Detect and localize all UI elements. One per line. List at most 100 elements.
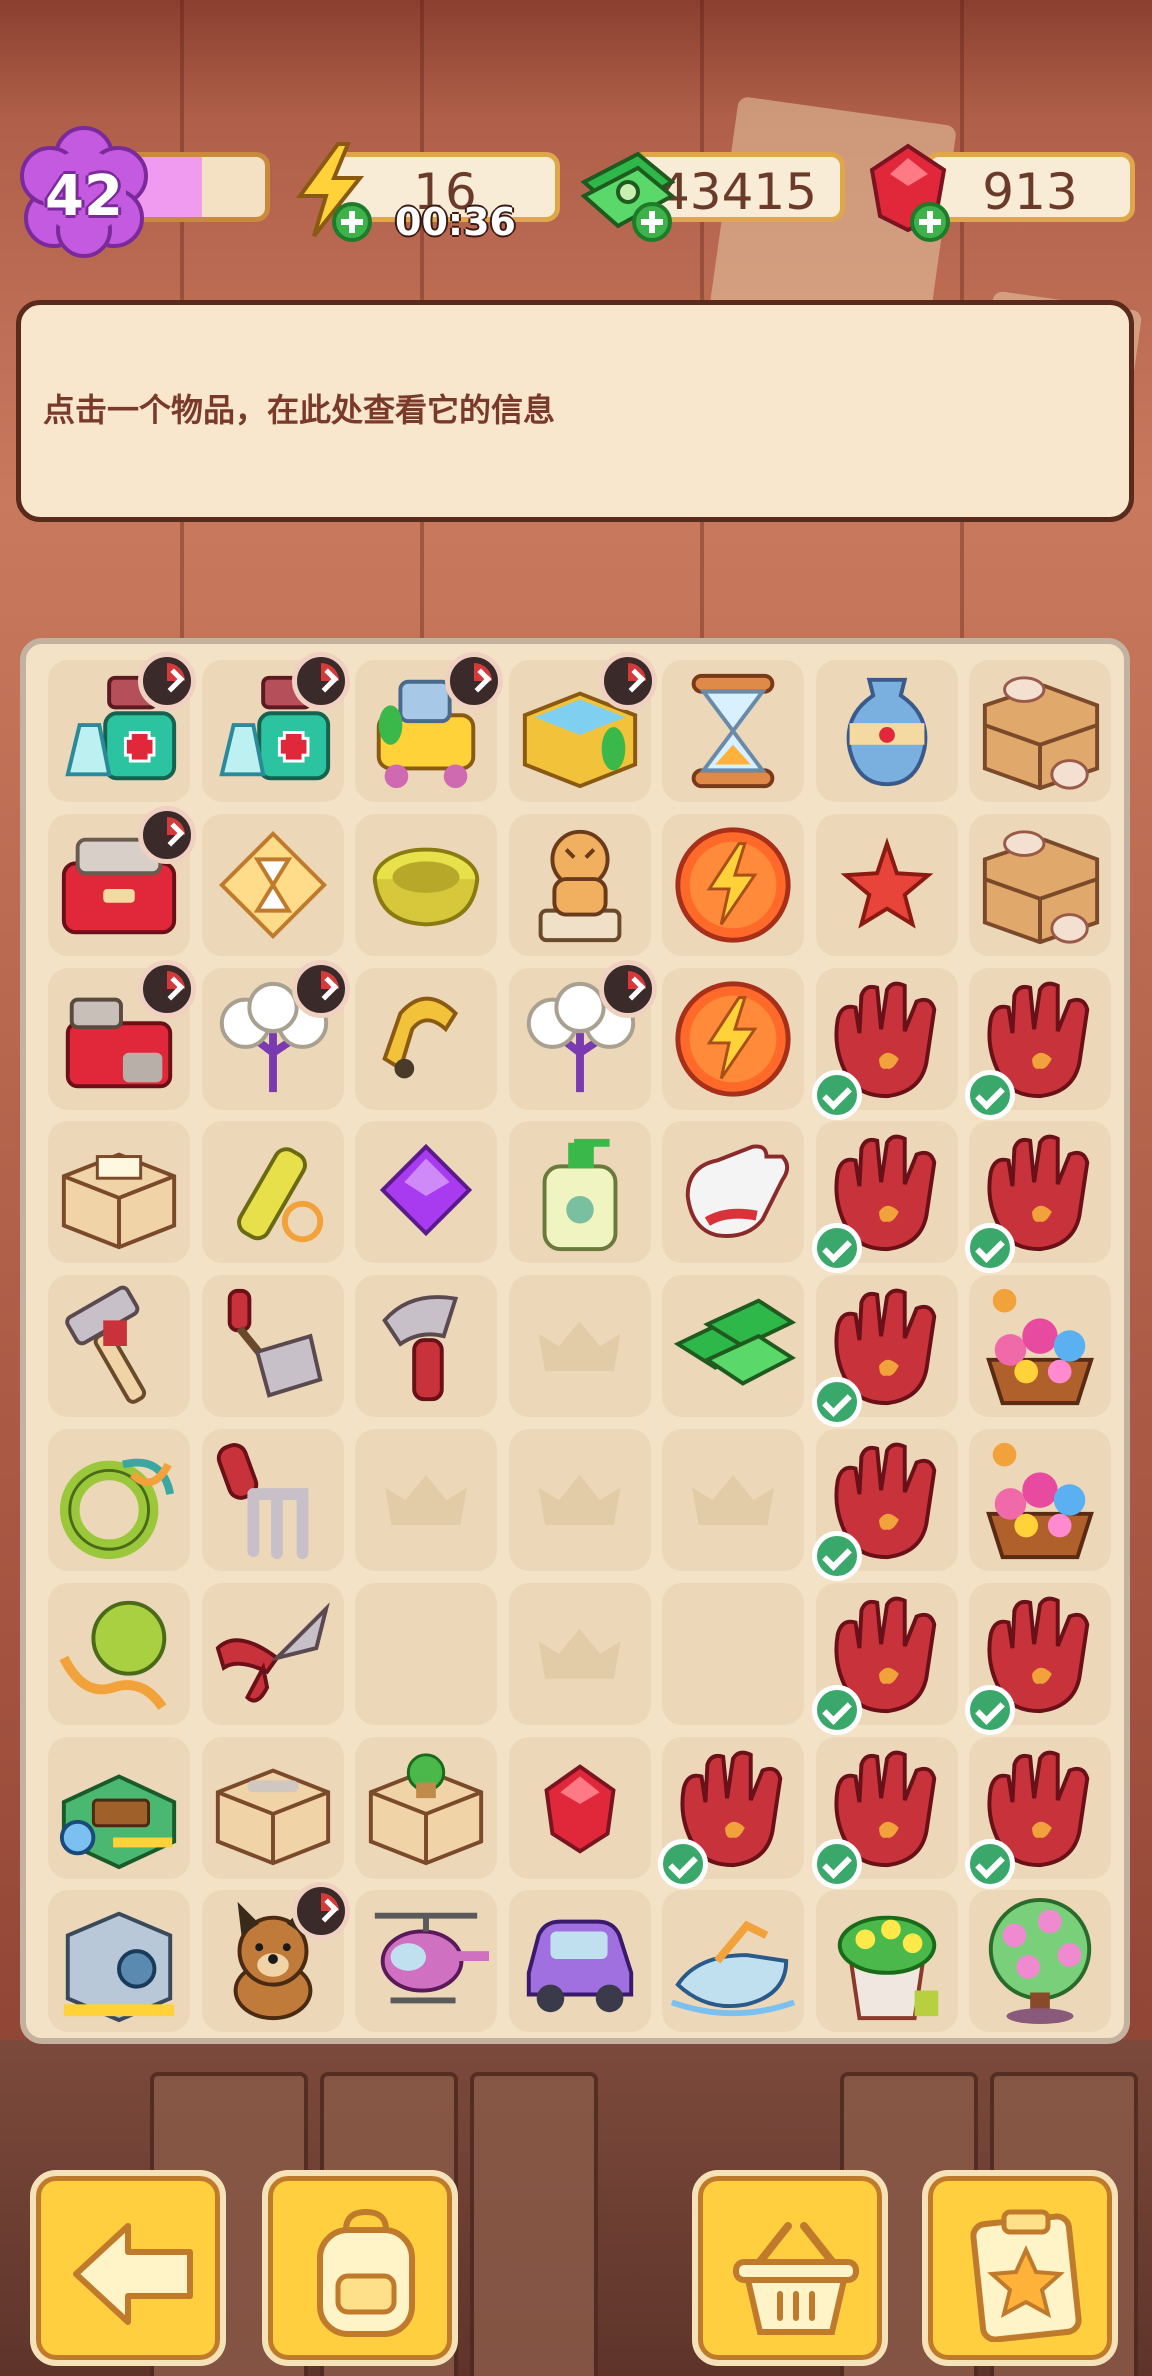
- board-cell[interactable]: [811, 1275, 958, 1428]
- shop-button[interactable]: [692, 2170, 888, 2366]
- backpack-icon: [317, 2208, 415, 2337]
- board-cell[interactable]: [662, 1890, 804, 2033]
- safe-icon: [63, 1911, 175, 2023]
- board-cell[interactable]: [815, 660, 958, 802]
- board-cell[interactable]: [201, 1582, 344, 1725]
- board-cell[interactable]: [508, 1890, 651, 2033]
- board-cell[interactable]: [355, 967, 497, 1110]
- energy-orb-icon: [675, 827, 791, 943]
- level-badge[interactable]: 42: [18, 126, 150, 258]
- checkmark-icon: [811, 1531, 862, 1581]
- board-cell[interactable]: [662, 1582, 804, 1725]
- board-cell[interactable]: [355, 652, 503, 802]
- energy-orb-icon: [675, 980, 791, 1097]
- lotion-bottle-icon: [542, 1139, 617, 1252]
- pruning-shears-icon: [215, 1602, 330, 1703]
- board-cell[interactable]: [811, 1582, 958, 1735]
- board-cell[interactable]: [355, 1429, 497, 1571]
- board-cell[interactable]: [201, 1429, 344, 1571]
- board-cell[interactable]: [355, 1275, 497, 1418]
- board-cell[interactable]: [355, 1121, 497, 1264]
- package-box-icon: [61, 1152, 177, 1250]
- board-cell[interactable]: [48, 1121, 190, 1264]
- cash-stack-icon: [673, 1298, 797, 1386]
- board-cell[interactable]: [508, 959, 657, 1110]
- board-cell[interactable]: [48, 805, 196, 956]
- board-cell[interactable]: [815, 813, 958, 956]
- board-cell[interactable]: [969, 1275, 1111, 1418]
- board-cell[interactable]: [201, 652, 350, 802]
- board-cell[interactable]: [811, 1736, 958, 1889]
- checkmark-icon: [965, 1069, 1015, 1120]
- board-cell[interactable]: [811, 967, 958, 1120]
- board-cell[interactable]: [201, 1275, 344, 1418]
- box-crate-icon: [982, 830, 1100, 945]
- timer-badge-icon: [291, 1882, 350, 1941]
- board-cell[interactable]: [811, 1429, 958, 1581]
- board-cell[interactable]: [201, 1121, 344, 1264]
- board-cell[interactable]: [508, 1429, 651, 1571]
- backpack-button[interactable]: [262, 2170, 458, 2366]
- energy-timer: 00:36: [395, 200, 516, 244]
- back-button[interactable]: [30, 2170, 226, 2366]
- board-cell[interactable]: [355, 1736, 497, 1879]
- board-cell[interactable]: [201, 1882, 350, 2033]
- board-cell[interactable]: [662, 967, 804, 1110]
- purple-gem-icon: [379, 1144, 473, 1237]
- rake-tool-icon: [227, 1289, 323, 1398]
- board-cell[interactable]: [811, 1121, 958, 1274]
- board-cell[interactable]: [355, 1890, 497, 2033]
- energy-plus-button[interactable]: [332, 202, 372, 242]
- axe-tool-icon: [382, 1295, 459, 1402]
- board-cell[interactable]: [48, 1736, 190, 1879]
- board-cell[interactable]: [48, 1275, 190, 1418]
- board-cell[interactable]: [508, 1121, 651, 1264]
- board-cell[interactable]: [48, 959, 196, 1110]
- board-cell[interactable]: [965, 1121, 1111, 1274]
- board-cell[interactable]: [355, 1582, 497, 1725]
- flower-basket-icon: [986, 1442, 1094, 1560]
- board-cell[interactable]: [965, 1736, 1111, 1889]
- board-cell[interactable]: [355, 813, 497, 956]
- flashlight-icon: [236, 1147, 323, 1243]
- level-number: 42: [45, 164, 123, 229]
- gem-counter[interactable]: 913: [925, 152, 1135, 222]
- board-cell[interactable]: [48, 1582, 190, 1725]
- board-cell[interactable]: [508, 1275, 651, 1418]
- board-cell[interactable]: [662, 1121, 804, 1264]
- board-cell[interactable]: [48, 1890, 190, 2033]
- board-cell[interactable]: [201, 813, 344, 956]
- board-cell[interactable]: [662, 1275, 804, 1418]
- board-cell[interactable]: [969, 1429, 1111, 1571]
- board-cell[interactable]: [508, 1582, 651, 1725]
- board-cell[interactable]: [969, 813, 1111, 956]
- board-cell[interactable]: [48, 652, 196, 802]
- checkmark-icon: [811, 1377, 862, 1428]
- board-cell[interactable]: [662, 813, 804, 956]
- plant-box-icon: [368, 1752, 484, 1865]
- board-cell[interactable]: [508, 1736, 651, 1879]
- hand-rake-icon: [216, 1443, 308, 1560]
- gem-plus-button[interactable]: [910, 202, 950, 242]
- checkmark-icon: [658, 1838, 708, 1889]
- starfish-icon: [840, 837, 933, 929]
- board-cell[interactable]: [201, 1736, 344, 1879]
- board-cell[interactable]: [662, 660, 804, 802]
- tasks-button[interactable]: [922, 2170, 1118, 2366]
- cash-plus-button[interactable]: [632, 202, 672, 242]
- board-cell[interactable]: [658, 1736, 804, 1889]
- checkmark-icon: [811, 1069, 862, 1120]
- board-cell[interactable]: [662, 1429, 804, 1571]
- checkmark-icon: [965, 1684, 1015, 1735]
- bowl-icon: [372, 847, 480, 927]
- board-cell[interactable]: [508, 813, 651, 956]
- board-cell[interactable]: [48, 1429, 190, 1571]
- board-cell[interactable]: [965, 967, 1111, 1120]
- timer-badge-icon: [445, 652, 503, 710]
- board-cell[interactable]: [815, 1890, 958, 2033]
- board-cell[interactable]: [969, 660, 1111, 802]
- board-cell[interactable]: [969, 1890, 1111, 2033]
- board-cell[interactable]: [201, 959, 350, 1110]
- board-cell[interactable]: [508, 652, 657, 802]
- board-cell[interactable]: [965, 1582, 1111, 1735]
